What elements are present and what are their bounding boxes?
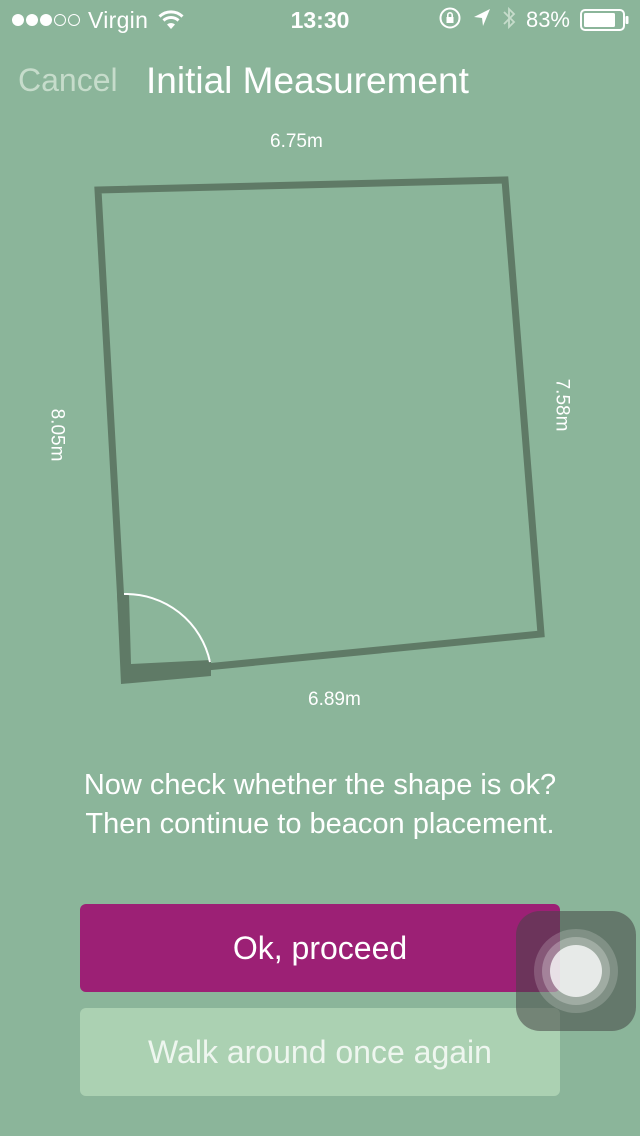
instruction-line-1: Now check whether the shape is ok? <box>83 769 557 801</box>
bottom-wall-length: 6.89m <box>308 689 361 710</box>
proceed-button[interactable]: Ok, proceed <box>80 904 560 992</box>
walk-around-again-button[interactable]: Walk around once again <box>80 1008 560 1096</box>
room-outline <box>94 176 545 679</box>
right-wall-length: 7.58m <box>551 378 573 432</box>
assistive-touch-center-icon <box>550 945 602 997</box>
instruction-line-2: Then continue to beacon placement. <box>85 808 555 840</box>
door-swing-arc <box>123 592 211 663</box>
left-wall-length: 8.05m <box>46 408 68 462</box>
instruction-message: Now check whether the shape is ok? Then … <box>0 766 640 844</box>
door-frame <box>117 594 211 684</box>
top-wall-length: 6.75m <box>270 131 323 152</box>
door-icon <box>117 592 211 684</box>
assistive-touch-button[interactable] <box>516 911 636 1031</box>
